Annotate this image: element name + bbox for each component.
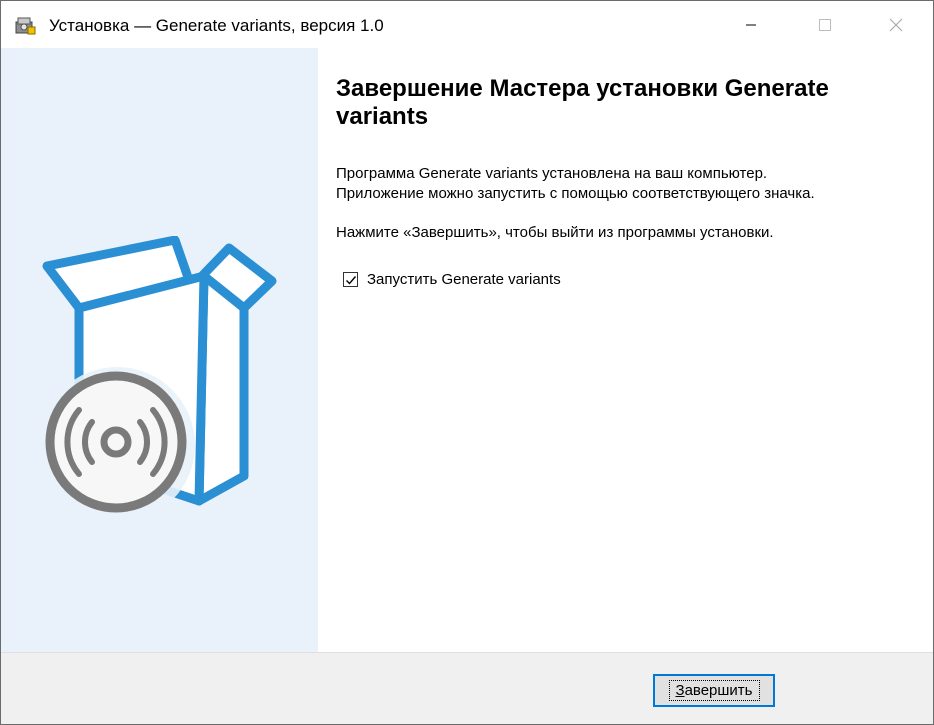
- minimize-icon: [746, 24, 756, 25]
- title-bar[interactable]: Установка — Generate variants, версия 1.…: [1, 1, 933, 48]
- window-title: Установка — Generate variants, версия 1.…: [49, 16, 384, 35]
- close-icon: [889, 18, 903, 31]
- software-box-disc-illustration: [39, 236, 277, 523]
- page-title: Завершение Мастера установки Generate va…: [336, 75, 829, 130]
- finish-button[interactable]: Завершить: [653, 674, 775, 707]
- wizard-sidebar: [1, 48, 318, 652]
- info-text-installed: Программа Generate variants установлена …: [336, 165, 768, 182]
- finish-button-label: Завершить: [668, 680, 760, 701]
- close-button[interactable]: [873, 1, 919, 48]
- wizard-content: Завершение Мастера установки Generate va…: [318, 48, 933, 652]
- installer-window: Установка — Generate variants, версия 1.…: [0, 0, 934, 725]
- finish-label-rest: авершить: [684, 682, 753, 699]
- launch-checkbox-label[interactable]: Запустить Generate variants: [367, 271, 561, 288]
- maximize-button[interactable]: [802, 1, 848, 48]
- info-text-finish: Нажмите «Завершить», чтобы выйти из прог…: [336, 224, 774, 241]
- launch-checkbox-row[interactable]: Запустить Generate variants: [343, 271, 561, 288]
- finish-accelerator: З: [675, 682, 685, 699]
- wizard-footer: Завершить: [1, 652, 933, 724]
- info-text-launch: Приложение можно запустить с помощью соо…: [336, 185, 815, 202]
- checkmark-icon: [345, 275, 356, 285]
- minimize-button[interactable]: [728, 1, 774, 48]
- maximize-icon: [819, 18, 831, 31]
- installer-icon: [15, 17, 36, 35]
- launch-checkbox[interactable]: [343, 272, 358, 287]
